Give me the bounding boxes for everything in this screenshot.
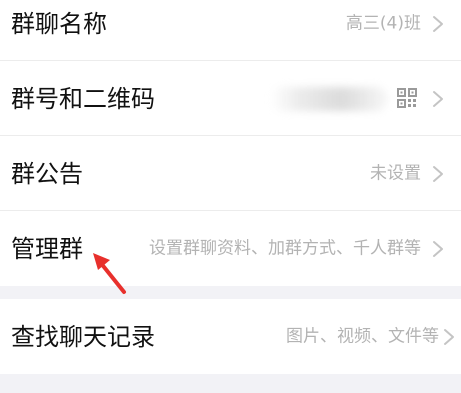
announcement-label: 群公告: [11, 159, 83, 188]
chevron-right-icon: [433, 240, 443, 257]
row-search-history[interactable]: 查找聊天记录 图片、视频、文件等: [0, 299, 461, 374]
row-group-name[interactable]: 群聊名称 高三(4)班: [0, 0, 461, 61]
group-name-label: 群聊名称: [11, 9, 107, 38]
redacted-group-number: [270, 87, 388, 111]
row-group-number-qr[interactable]: 群号和二维码: [0, 61, 461, 136]
chevron-right-icon: [433, 15, 443, 32]
announcement-value: 未设置: [370, 163, 421, 183]
manage-group-label: 管理群: [11, 234, 83, 263]
row-manage-group[interactable]: 管理群 设置群聊资料、加群方式、千人群等: [0, 211, 461, 286]
qr-code-icon[interactable]: [397, 88, 417, 108]
search-history-label: 查找聊天记录: [11, 322, 155, 351]
red-arrow-icon: [93, 253, 126, 294]
chevron-right-icon: [433, 90, 443, 107]
group-number-qr-label: 群号和二维码: [11, 84, 155, 113]
row-announcement[interactable]: 群公告 未设置: [0, 136, 461, 211]
manage-group-value: 设置群聊资料、加群方式、千人群等: [149, 238, 421, 258]
group-name-value: 高三(4)班: [345, 13, 421, 33]
chevron-right-icon: [444, 328, 454, 345]
search-history-value: 图片、视频、文件等: [286, 326, 439, 346]
chevron-right-icon: [433, 165, 443, 182]
